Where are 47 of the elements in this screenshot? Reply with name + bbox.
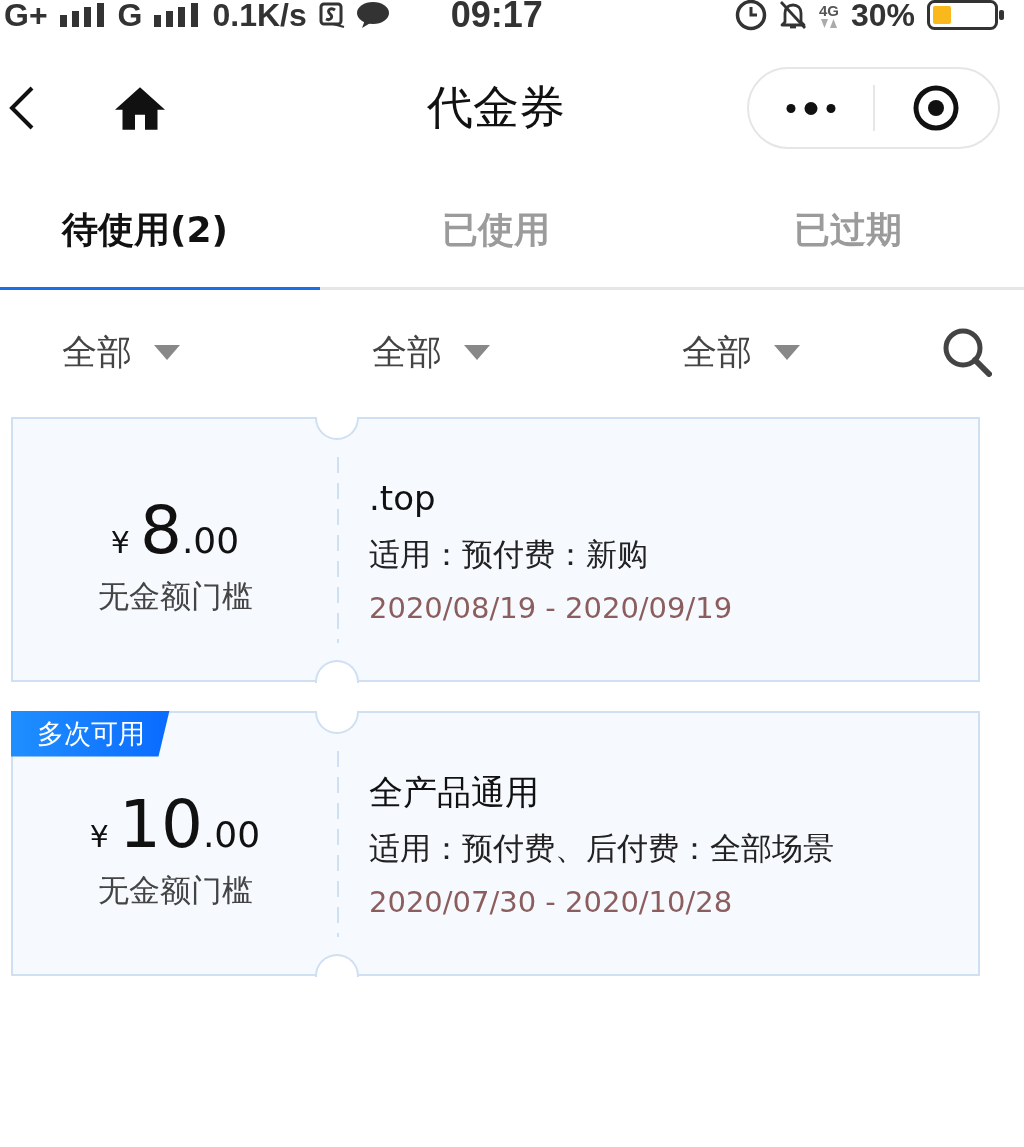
filter-dropdown[interactable]: 全部: [62, 328, 180, 376]
more-dots-icon: [785, 101, 836, 115]
coupon-amount: ¥10.00: [89, 789, 261, 860]
coupon-title: 全产品通用: [369, 771, 540, 814]
search-icon: [942, 327, 992, 377]
coupon-title: .top: [369, 477, 437, 520]
coupon-amount: ¥8.00: [110, 495, 240, 566]
status-bar-text: 30%: [850, 0, 915, 30]
ticket-notch-icon: [315, 659, 359, 683]
usage-tag: 多次可用: [10, 710, 170, 757]
dropdown-caret-icon: [464, 344, 490, 360]
filter-dropdown[interactable]: 全部: [372, 328, 490, 376]
filter-dropdown[interactable]: 全部: [682, 328, 800, 376]
coupon-scope: 适用：预付费、后付费：全部场景: [369, 829, 835, 868]
battery-icon: [927, 0, 1005, 30]
status-bar-text: 0.1K/s: [212, 0, 307, 30]
chat-bubble-icon: [356, 2, 389, 28]
coupon-card[interactable]: 多次可用 ¥10.00 无金额门槛 全产品通用 适用：预付费、后付费：全部场景 2020/07/30 - 2020/10/28: [11, 711, 980, 976]
bell-off-icon: [778, 0, 807, 30]
coupon-condition: 无金额门槛: [97, 870, 253, 910]
ticket-notch-icon: [315, 710, 359, 734]
app-notification-icon: [318, 2, 345, 28]
coupon-scope: 适用：预付费：新购: [369, 535, 649, 574]
target-ring-icon: [913, 85, 960, 131]
coupon-card[interactable]: ¥8.00 无金额门槛 .top 适用：预付费：新购 2020/08/19 - 2020/09/19: [11, 417, 980, 682]
clock-icon: [734, 0, 767, 31]
signal-bars-icon: [154, 3, 201, 27]
home-icon: [115, 86, 165, 130]
back-button[interactable]: [8, 86, 34, 130]
dropdown-caret-icon: [774, 344, 800, 360]
status-tab[interactable]: 待使用(2): [0, 186, 320, 290]
back-chevron-icon: [8, 86, 34, 130]
page-title: 代金券: [427, 79, 565, 136]
dropdown-caret-icon: [154, 344, 180, 360]
network-type-label: 4G: [818, 2, 839, 18]
clock-time: 09:17: [450, 0, 543, 30]
coupon-condition: 无金额门槛: [97, 576, 253, 616]
ticket-notch-icon: [315, 416, 359, 440]
search-button[interactable]: [942, 327, 992, 377]
signal-bars-icon: [59, 3, 106, 27]
status-bar-text: G: [117, 0, 143, 30]
home-button[interactable]: [115, 86, 165, 130]
validity-dates: 2020/08/19 - 2020/09/19: [369, 590, 734, 627]
data-arrows-icon: [820, 18, 837, 28]
validity-dates: 2020/07/30 - 2020/10/28: [369, 884, 734, 921]
ticket-notch-icon: [315, 953, 359, 977]
status-bar-text: G+: [4, 0, 48, 30]
